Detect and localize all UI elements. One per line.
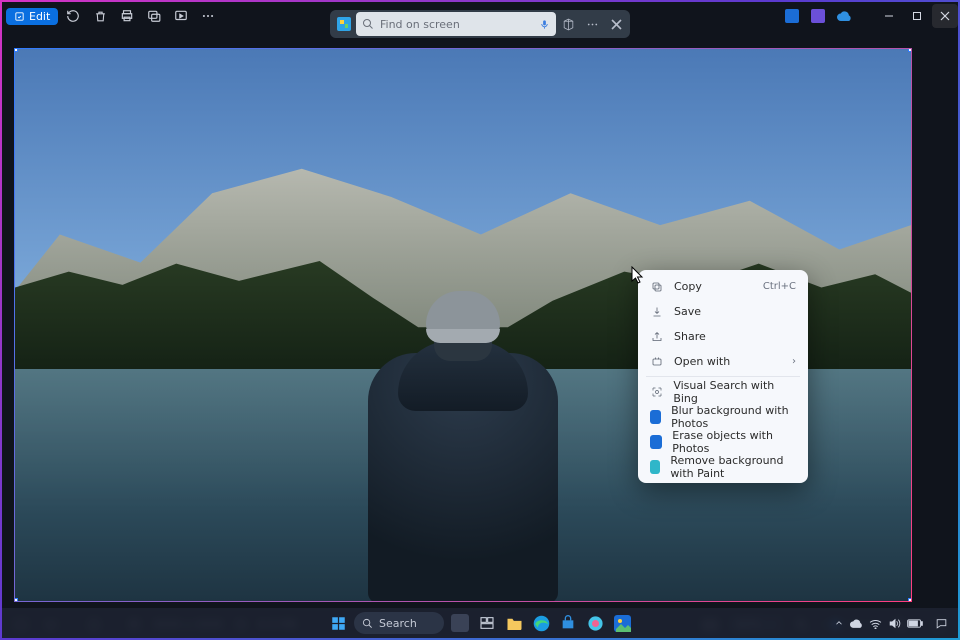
find-on-screen-bar: Find on screen — [330, 10, 630, 38]
set-as-button[interactable] — [142, 4, 166, 28]
mic-icon[interactable] — [539, 19, 550, 30]
edit-label: Edit — [29, 10, 50, 23]
paint-app-icon — [650, 460, 660, 474]
ctx-blur-label: Blur background with Photos — [671, 404, 796, 430]
wifi-icon — [869, 618, 882, 629]
more-button[interactable] — [196, 4, 220, 28]
ctx-open-with-label: Open with — [674, 355, 730, 368]
minimize-button[interactable] — [876, 4, 902, 28]
save-icon — [650, 305, 664, 319]
open-with-icon — [650, 355, 664, 369]
close-button[interactable] — [932, 4, 958, 28]
system-tray[interactable] — [834, 617, 948, 630]
taskbar-explorer[interactable] — [503, 612, 525, 634]
taskbar: Search — [2, 608, 958, 638]
taskbar-edge[interactable] — [530, 612, 552, 634]
ctx-save[interactable]: Save — [642, 299, 804, 324]
ctx-erase[interactable]: Erase objects with Photos — [642, 429, 804, 454]
photos-app-icon — [650, 435, 662, 449]
chevron-up-icon — [834, 618, 844, 628]
print-button[interactable] — [115, 4, 139, 28]
photos-app-icon — [650, 410, 661, 424]
search-icon — [362, 18, 374, 30]
find-on-screen-input[interactable]: Find on screen — [356, 12, 556, 36]
taskbar-store[interactable] — [557, 612, 579, 634]
rotate-button[interactable] — [61, 4, 85, 28]
ctx-erase-label: Erase objects with Photos — [672, 429, 796, 455]
clipchamp-app-icon[interactable] — [806, 4, 830, 28]
ctx-separator — [646, 376, 800, 377]
ai-cube-icon[interactable] — [556, 12, 580, 36]
share-icon — [650, 330, 664, 344]
volume-icon — [888, 618, 901, 629]
battery-icon — [907, 619, 923, 628]
maximize-button[interactable] — [904, 4, 930, 28]
search-close-icon[interactable] — [604, 12, 628, 36]
taskbar-task-view[interactable] — [476, 612, 498, 634]
ctx-copy-label: Copy — [674, 280, 702, 293]
search-more-icon[interactable] — [580, 12, 604, 36]
notifications-icon[interactable] — [935, 617, 948, 630]
ctx-visual-search-label: Visual Search with Bing — [673, 379, 796, 405]
edit-button[interactable]: Edit — [6, 8, 58, 25]
ctx-open-with[interactable]: Open with › — [642, 349, 804, 374]
ctx-remove-bg-label: Remove background with Paint — [670, 454, 796, 480]
edit-icon — [14, 11, 25, 22]
visual-search-icon[interactable] — [332, 12, 356, 36]
ctx-share[interactable]: Share — [642, 324, 804, 349]
copy-icon — [650, 280, 664, 294]
taskbar-search[interactable]: Search — [354, 612, 444, 634]
start-button[interactable] — [327, 612, 349, 634]
delete-button[interactable] — [88, 4, 112, 28]
ctx-copy-kb: Ctrl+C — [763, 281, 796, 292]
find-placeholder: Find on screen — [380, 18, 460, 31]
taskbar-search-label: Search — [379, 617, 417, 630]
bing-visual-icon — [650, 385, 663, 399]
taskbar-photos[interactable] — [611, 612, 633, 634]
ctx-share-label: Share — [674, 330, 706, 343]
ctx-copy[interactable]: Copy Ctrl+C — [642, 274, 804, 299]
search-icon — [362, 618, 373, 629]
ctx-save-label: Save — [674, 305, 701, 318]
ctx-blur-bg[interactable]: Blur background with Photos — [642, 404, 804, 429]
taskbar-copilot[interactable] — [584, 612, 606, 634]
ctx-visual-search[interactable]: Visual Search with Bing — [642, 379, 804, 404]
onedrive-app-icon[interactable] — [832, 4, 856, 28]
canvas-area — [2, 30, 958, 610]
taskbar-app-1[interactable] — [449, 612, 471, 634]
context-menu: Copy Ctrl+C Save Share Open with › Visua… — [638, 270, 808, 483]
slideshow-button[interactable] — [169, 4, 193, 28]
ctx-remove-bg[interactable]: Remove background with Paint — [642, 454, 804, 479]
onedrive-tray-icon — [850, 619, 863, 628]
cursor-icon — [631, 266, 645, 284]
chevron-right-icon: › — [792, 356, 796, 367]
designer-app-icon[interactable] — [780, 4, 804, 28]
